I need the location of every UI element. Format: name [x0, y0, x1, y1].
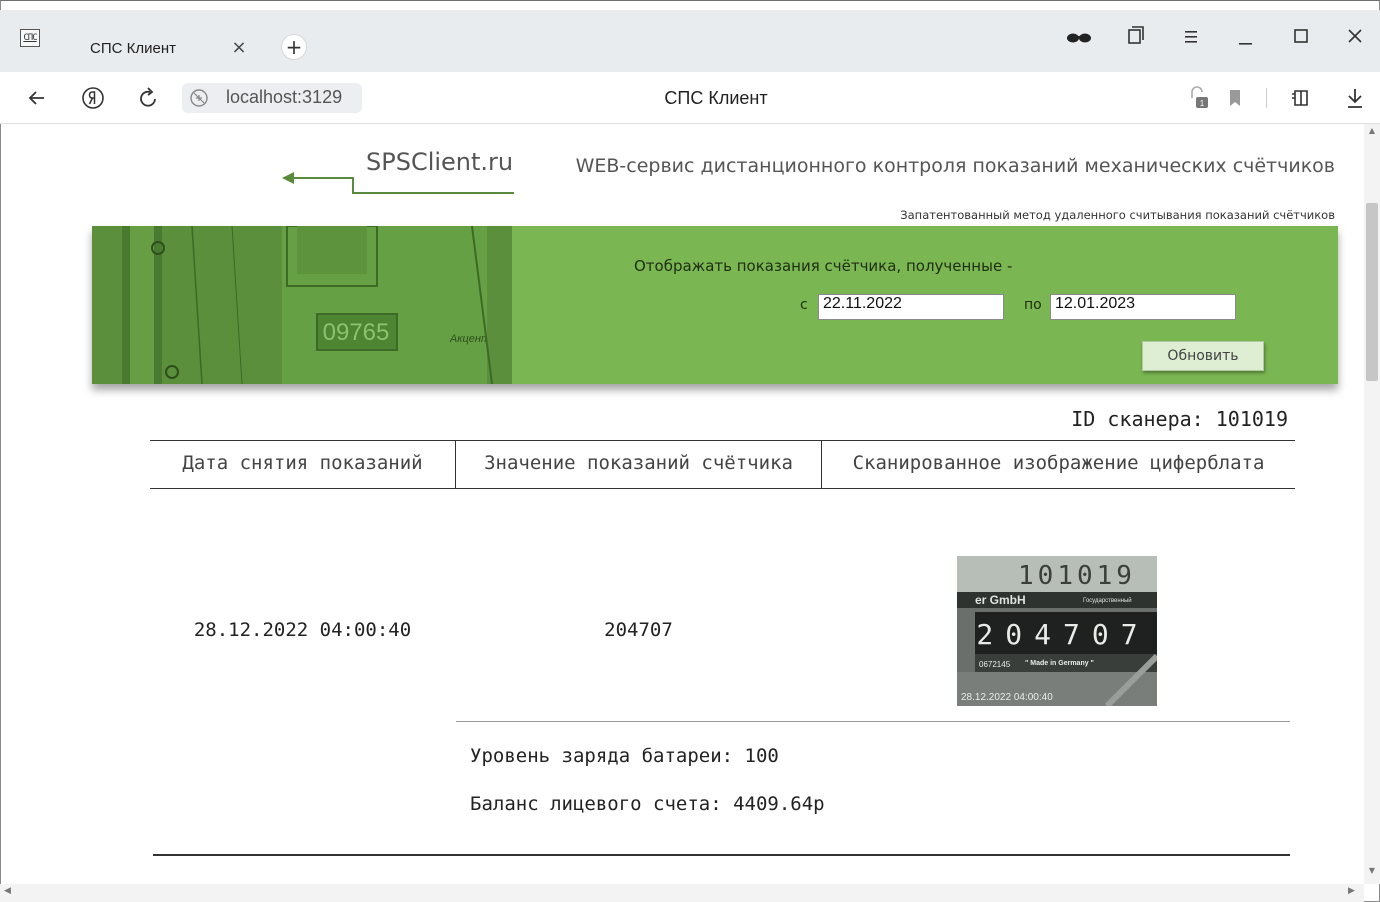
brand-link[interactable]: SPSClient.ru: [366, 148, 513, 176]
glasses-icon[interactable]: [1064, 24, 1094, 50]
bookmark-icon[interactable]: [1222, 84, 1248, 112]
sidebar-icon[interactable]: [1288, 84, 1314, 112]
table-top-border: [150, 440, 1295, 441]
scan-maker-text: er GmbH: [975, 593, 1026, 607]
scroll-down-icon[interactable]: ▼: [1366, 866, 1378, 878]
account-balance: Баланс лицевого счета: 4409.64р: [470, 793, 825, 815]
filter-label: Отображать показания счётчика, полученны…: [634, 257, 1013, 275]
brand-arrow-line: [290, 177, 354, 179]
row-divider: [456, 721, 1290, 722]
scroll-left-icon[interactable]: ◀: [4, 886, 11, 896]
vertical-scrollbar-thumb[interactable]: [1366, 203, 1378, 381]
refresh-button[interactable]: Обновить: [1142, 341, 1264, 371]
patent-note: Запатентованный метод удаленного считыва…: [900, 208, 1335, 222]
download-icon[interactable]: [1342, 84, 1368, 112]
tab-title: СПС Клиент: [90, 40, 176, 57]
close-icon[interactable]: [1340, 24, 1370, 50]
page-title: СПС Клиент: [664, 88, 768, 108]
scroll-right-icon[interactable]: ▶: [1348, 886, 1355, 896]
service-title: WEB-сервис дистанционного контроля показ…: [575, 155, 1335, 177]
date-to-label: по: [1024, 297, 1042, 313]
meter-illustration: 09765 Акцент: [92, 226, 512, 384]
scan-serial-text: 0672145: [979, 660, 1011, 669]
meter-brand-text: Акцент: [449, 333, 490, 345]
table-bottom-border: [153, 854, 1290, 856]
scan-state-text: Государственный: [1083, 597, 1132, 604]
tab-close-icon[interactable]: ×: [230, 36, 248, 60]
maximize-icon[interactable]: [1286, 24, 1316, 50]
scan-timestamp: 28.12.2022 04:00:40: [961, 692, 1053, 703]
dial-scan-image[interactable]: 101019 er GmbH Государственный 204707 06…: [957, 556, 1157, 706]
minimize-icon[interactable]: [1230, 24, 1260, 50]
scan-dial-digits: 204707: [976, 618, 1149, 651]
column-header-date: Дата снятия показаний: [182, 452, 423, 474]
scanner-id: ID сканера: 101019: [1071, 407, 1288, 431]
reading-value: 204707: [604, 619, 673, 641]
meter-digits-text: 09765: [323, 319, 390, 346]
toolbar-separator: [1266, 88, 1267, 108]
collections-icon[interactable]: [1120, 24, 1150, 50]
extensions-icon[interactable]: 1: [1186, 84, 1212, 112]
table-header-border: [150, 488, 1295, 489]
date-from-label: с: [800, 297, 808, 313]
column-header-value: Значение показаний счётчика: [484, 452, 793, 474]
scroll-up-icon[interactable]: ▲: [1366, 126, 1378, 138]
svg-text:1: 1: [1200, 99, 1205, 108]
brand-underline: [352, 192, 514, 194]
scan-made-in-text: " Made in Germany ": [1025, 660, 1094, 667]
scan-top-digits: 101019: [1018, 561, 1136, 591]
new-tab-button[interactable]: +: [281, 34, 307, 60]
site-favicon-icon: СПС: [20, 29, 40, 47]
reading-date: 28.12.2022 04:00:40: [193, 619, 412, 641]
date-to-input[interactable]: 12.01.2023: [1050, 294, 1236, 320]
date-from-input[interactable]: 22.11.2022: [818, 294, 1004, 320]
menu-icon[interactable]: [1176, 24, 1206, 50]
column-header-image: Сканированное изображение циферблата: [852, 452, 1265, 474]
battery-level: Уровень заряда батареи: 100: [470, 745, 779, 767]
horizontal-scrollbar[interactable]: [0, 884, 1364, 902]
